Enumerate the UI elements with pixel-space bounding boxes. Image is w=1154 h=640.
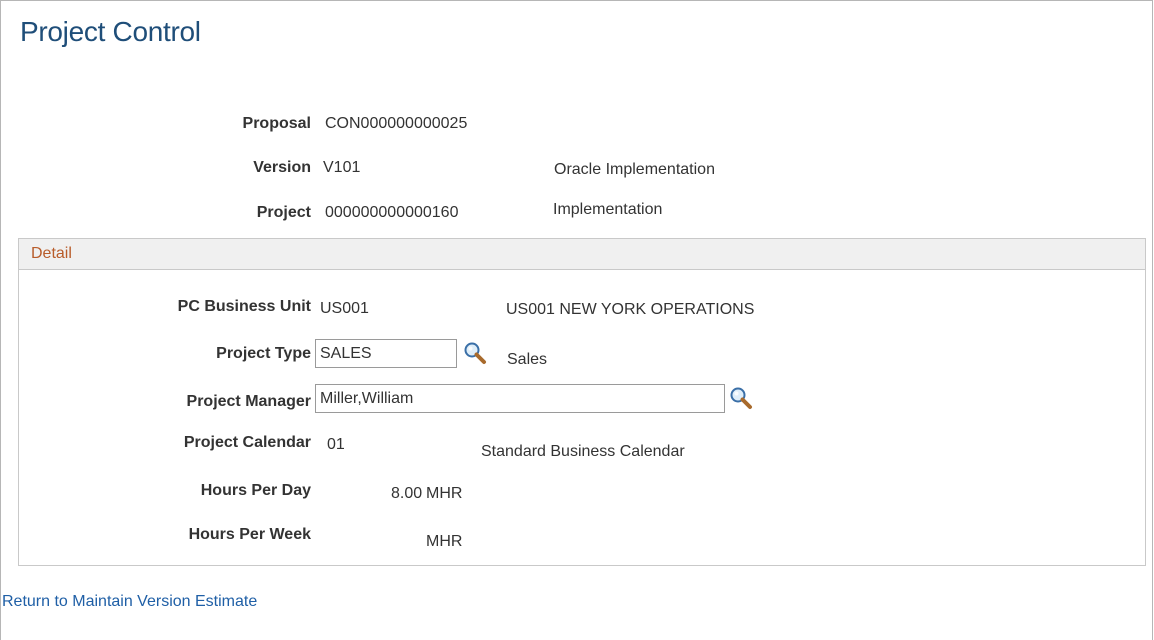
hours-per-day-label: Hours Per Day [200,482,311,499]
detail-group-title: Detail [31,245,72,262]
project-calendar-description: Standard Business Calendar [481,443,685,460]
business-unit-description: US001 NEW YORK OPERATIONS [506,301,755,318]
project-calendar-value: 01 [327,436,345,453]
project-manager-input[interactable] [315,384,725,413]
project-description: Implementation [553,201,663,218]
version-value: V101 [323,159,361,176]
business-unit-value: US001 [320,300,369,317]
project-value: 000000000000160 [325,204,459,221]
project-calendar-label: Project Calendar [183,434,311,451]
project-type-description: Sales [507,351,548,368]
version-description: Oracle Implementation [554,161,715,178]
page-title: Project Control [20,16,201,47]
project-manager-label: Project Manager [186,393,311,410]
detail-group-header: Detail [19,239,1145,270]
project-label: Project [256,204,311,221]
hours-per-week-unit: MHR [426,533,463,550]
hours-per-week-label: Hours Per Week [188,526,311,543]
project-type-label: Project Type [216,345,311,362]
proposal-value: CON000000000025 [325,115,468,132]
hours-per-day-value: 8.00 [391,485,423,502]
project-manager-lookup-icon[interactable] [729,386,753,410]
business-unit-label: PC Business Unit [177,298,311,315]
project-type-input[interactable] [315,339,457,368]
proposal-label: Proposal [242,115,311,132]
project-type-lookup-icon[interactable] [463,341,487,365]
hours-per-day-unit: MHR [426,485,463,502]
version-label: Version [253,159,311,176]
return-to-maintain-version-estimate-link[interactable]: Return to Maintain Version Estimate [2,593,257,611]
